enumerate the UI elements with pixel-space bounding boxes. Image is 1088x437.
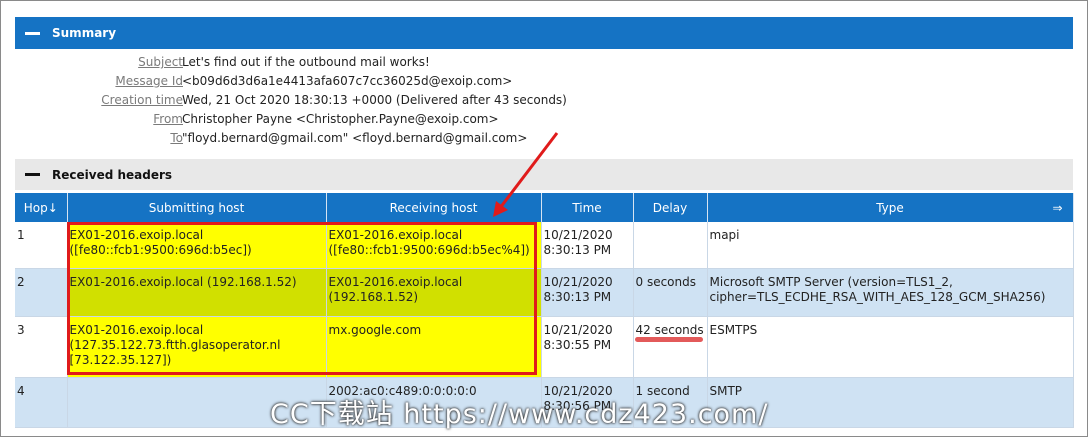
- receiving-host-cell: EX01-2016.exoip.local ([fe80::fcb1:9500:6…: [326, 222, 542, 269]
- delay-cell: [633, 222, 708, 269]
- field-from: From Christopher Payne <Christopher.Payn…: [15, 112, 715, 131]
- message-id-value: <b09d6d3d6a1e4413afa607c7cc36025d@exoip.…: [182, 74, 513, 88]
- time-cell: 10/21/2020 8:30:55 PM: [541, 316, 634, 378]
- table-row[interactable]: 1 EX01-2016.exoip.local ([fe80::fcb1:9500…: [15, 222, 1074, 269]
- table-row[interactable]: 2 EX01-2016.exoip.local (192.168.1.52) E…: [15, 268, 1074, 317]
- hop-cell: 3: [15, 316, 68, 378]
- subject-value: Let's find out if the outbound mail work…: [182, 55, 430, 69]
- time-cell: 10/21/2020 8:30:13 PM: [541, 268, 634, 317]
- from-label[interactable]: From: [23, 112, 183, 126]
- column-header-type[interactable]: Type ⇒: [707, 193, 1074, 222]
- type-cell: ESMTPS: [707, 316, 1074, 378]
- creation-time-label[interactable]: Creation time: [23, 93, 183, 107]
- field-creation-time: Creation time Wed, 21 Oct 2020 18:30:13 …: [15, 93, 715, 112]
- from-value: Christopher Payne <Christopher.Payne@exo…: [182, 112, 499, 126]
- delay-cell: 42 seconds: [633, 316, 708, 378]
- hop-cell: 4: [15, 377, 68, 428]
- submitting-host-cell: EX01-2016.exoip.local (192.168.1.52): [67, 268, 327, 317]
- type-cell: mapi: [707, 222, 1074, 269]
- to-value: "floyd.bernard@gmail.com" <floyd.bernard…: [182, 131, 528, 145]
- submitting-host-cell: EX01-2016.exoip.local (127.35.122.73.ftth…: [67, 316, 327, 378]
- expand-arrow-icon[interactable]: ⇒: [1052, 201, 1062, 215]
- field-subject: Subject Let's find out if the outbound m…: [15, 55, 715, 74]
- table-row[interactable]: 3 EX01-2016.exoip.local (127.35.122.73.ft…: [15, 316, 1074, 378]
- column-header-receiving-host[interactable]: Receiving host: [326, 193, 542, 222]
- receiving-host-cell: EX01-2016.exoip.local (192.168.1.52): [326, 268, 542, 317]
- field-message-id: Message Id <b09d6d3d6a1e4413afa607c7cc36…: [15, 74, 715, 93]
- creation-time-value: Wed, 21 Oct 2020 18:30:13 +0000 (Deliver…: [182, 93, 567, 107]
- collapse-icon[interactable]: [25, 173, 40, 176]
- column-header-submitting-host[interactable]: Submitting host: [67, 193, 327, 222]
- subject-label[interactable]: Subject: [23, 55, 183, 69]
- summary-title: Summary: [52, 26, 117, 40]
- submitting-host-cell: EX01-2016.exoip.local ([fe80::fcb1:9500:6…: [67, 222, 327, 269]
- received-headers-title: Received headers: [52, 168, 173, 182]
- message-id-label[interactable]: Message Id: [23, 74, 183, 88]
- watermark-text: CC下载站 https://www.cdz423.com/: [270, 399, 769, 430]
- hop-cell: 1: [15, 222, 68, 269]
- column-header-hop[interactable]: Hop↓: [15, 193, 68, 222]
- column-header-delay[interactable]: Delay: [633, 193, 708, 222]
- column-header-time[interactable]: Time: [541, 193, 634, 222]
- field-to: To "floyd.bernard@gmail.com" <floyd.bern…: [15, 131, 715, 150]
- collapse-icon[interactable]: [25, 32, 40, 35]
- to-label[interactable]: To: [23, 131, 183, 145]
- time-cell: 10/21/2020 8:30:13 PM: [541, 222, 634, 269]
- type-cell: Microsoft SMTP Server (version=TLS1_2, ci…: [707, 268, 1074, 317]
- summary-section-header[interactable]: Summary: [15, 17, 1073, 49]
- delay-cell: 0 seconds: [633, 268, 708, 317]
- annotation-underline: [635, 337, 703, 342]
- received-headers-section-header[interactable]: Received headers: [15, 159, 1073, 190]
- hop-cell: 2: [15, 268, 68, 317]
- receiving-host-cell: mx.google.com: [326, 316, 542, 378]
